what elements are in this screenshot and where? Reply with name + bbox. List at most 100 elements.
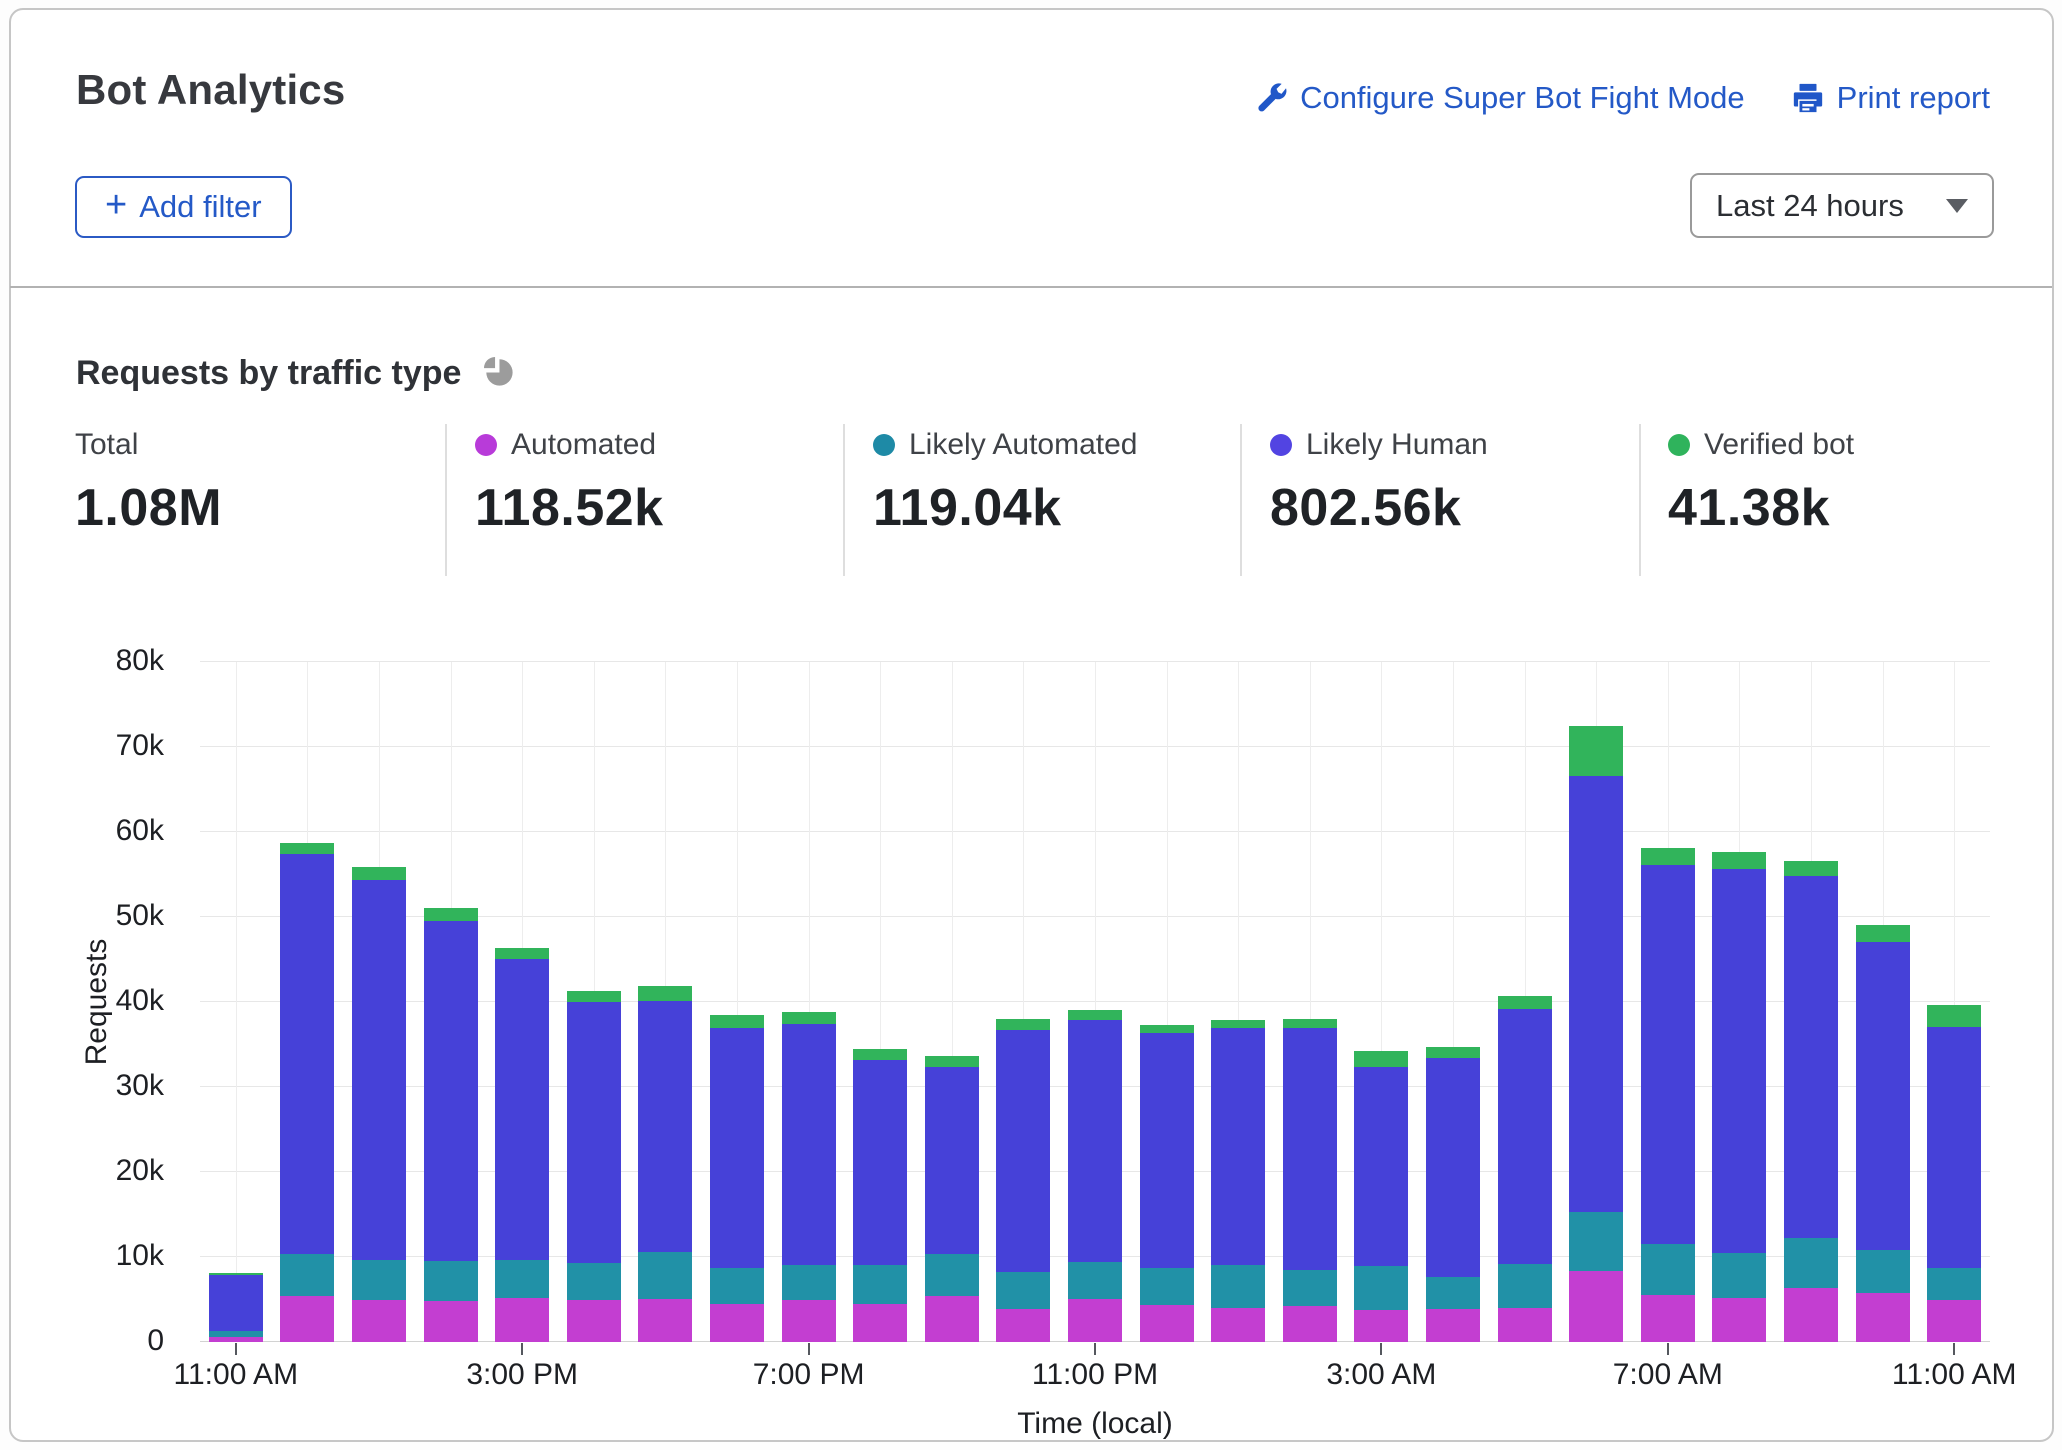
bar-segment-automated[interactable] [1354, 1310, 1408, 1342]
bar-segment-verified-bot[interactable] [1498, 996, 1552, 1009]
bar-segment-likely-automated[interactable] [495, 1260, 549, 1298]
bar-6-00-pm-7[interactable] [710, 1015, 764, 1342]
bar-segment-automated[interactable] [782, 1300, 836, 1342]
bar-segment-verified-bot[interactable] [925, 1056, 979, 1066]
bar-segment-automated[interactable] [1784, 1288, 1838, 1342]
bar-segment-likely-automated[interactable] [925, 1254, 979, 1296]
bar-segment-verified-bot[interactable] [1426, 1047, 1480, 1058]
stat-automated[interactable]: Automated118.52k [475, 428, 664, 538]
bar-segment-verified-bot[interactable] [710, 1015, 764, 1028]
bar-segment-likely-automated[interactable] [638, 1252, 692, 1299]
bar-segment-verified-bot[interactable] [1569, 726, 1623, 776]
bar-segment-likely-human[interactable] [996, 1030, 1050, 1272]
bar-segment-verified-bot[interactable] [280, 843, 334, 854]
bar-segment-automated[interactable] [1641, 1295, 1695, 1342]
bar-segment-automated[interactable] [280, 1296, 334, 1342]
bar-6-00-am-19[interactable] [1569, 726, 1623, 1342]
bar-segment-likely-automated[interactable] [710, 1268, 764, 1304]
bar-11-00-pm-12[interactable] [1068, 1010, 1122, 1342]
bar-segment-likely-human[interactable] [209, 1275, 263, 1331]
bar-1-00-am-14[interactable] [1211, 1020, 1265, 1342]
bar-segment-likely-automated[interactable] [1927, 1268, 1981, 1300]
bar-segment-likely-human[interactable] [1641, 865, 1695, 1244]
bar-4-00-am-17[interactable] [1426, 1047, 1480, 1342]
bar-segment-likely-automated[interactable] [1712, 1253, 1766, 1298]
bar-segment-likely-human[interactable] [638, 1001, 692, 1252]
bar-segment-likely-automated[interactable] [853, 1265, 907, 1303]
bar-7-00-pm-8[interactable] [782, 1012, 836, 1342]
bar-1-00-pm-2[interactable] [352, 867, 406, 1342]
bar-12-00-pm-1[interactable] [280, 843, 334, 1342]
bar-10-00-am-23[interactable] [1856, 925, 1910, 1342]
time-range-select[interactable]: Last 24 hours [1690, 173, 1994, 238]
bar-2-00-am-15[interactable] [1283, 1019, 1337, 1342]
bar-segment-verified-bot[interactable] [996, 1019, 1050, 1030]
bar-segment-likely-human[interactable] [925, 1067, 979, 1255]
bar-segment-automated[interactable] [567, 1300, 621, 1342]
bar-segment-verified-bot[interactable] [1712, 852, 1766, 869]
bar-segment-verified-bot[interactable] [782, 1012, 836, 1024]
bar-segment-automated[interactable] [352, 1300, 406, 1342]
bar-10-00-pm-11[interactable] [996, 1019, 1050, 1342]
bar-segment-likely-human[interactable] [1068, 1020, 1122, 1262]
bar-segment-likely-human[interactable] [1140, 1033, 1194, 1268]
bar-segment-automated[interactable] [1140, 1305, 1194, 1342]
bar-segment-likely-human[interactable] [1283, 1028, 1337, 1269]
bar-segment-automated[interactable] [209, 1337, 263, 1342]
bar-segment-automated[interactable] [495, 1298, 549, 1342]
bar-7-00-am-20[interactable] [1641, 848, 1695, 1342]
bar-segment-likely-automated[interactable] [1856, 1250, 1910, 1293]
bar-8-00-am-21[interactable] [1712, 852, 1766, 1342]
bar-segment-likely-human[interactable] [567, 1002, 621, 1263]
bar-11-00-am-24[interactable] [1927, 1005, 1981, 1342]
bar-segment-likely-human[interactable] [1784, 876, 1838, 1238]
bar-segment-likely-automated[interactable] [1068, 1262, 1122, 1299]
bar-segment-likely-automated[interactable] [1426, 1277, 1480, 1309]
bar-segment-likely-human[interactable] [495, 959, 549, 1260]
bar-5-00-pm-6[interactable] [638, 986, 692, 1342]
bar-5-00-am-18[interactable] [1498, 996, 1552, 1342]
bar-segment-verified-bot[interactable] [1068, 1010, 1122, 1020]
bar-segment-verified-bot[interactable] [1641, 848, 1695, 865]
bar-segment-likely-automated[interactable] [1498, 1264, 1552, 1308]
bar-segment-automated[interactable] [1927, 1300, 1981, 1342]
bar-segment-verified-bot[interactable] [1354, 1051, 1408, 1067]
print-report-link[interactable]: Print report [1791, 80, 1990, 116]
bar-segment-likely-automated[interactable] [280, 1254, 334, 1297]
bar-segment-likely-human[interactable] [280, 854, 334, 1254]
bar-segment-automated[interactable] [996, 1309, 1050, 1342]
bar-segment-likely-automated[interactable] [996, 1272, 1050, 1309]
bar-segment-automated[interactable] [853, 1304, 907, 1342]
bar-segment-verified-bot[interactable] [424, 908, 478, 922]
bar-segment-automated[interactable] [1068, 1299, 1122, 1342]
bar-segment-automated[interactable] [1712, 1298, 1766, 1342]
bar-segment-automated[interactable] [424, 1301, 478, 1342]
bar-segment-likely-human[interactable] [352, 880, 406, 1259]
bar-segment-likely-human[interactable] [424, 921, 478, 1261]
bar-9-00-am-22[interactable] [1784, 861, 1838, 1342]
bar-segment-verified-bot[interactable] [495, 948, 549, 959]
bar-segment-likely-human[interactable] [1354, 1067, 1408, 1266]
bar-segment-automated[interactable] [1569, 1271, 1623, 1342]
bar-4-00-pm-5[interactable] [567, 991, 621, 1342]
bar-segment-verified-bot[interactable] [638, 986, 692, 1001]
bar-segment-automated[interactable] [638, 1299, 692, 1342]
stat-likely-automated[interactable]: Likely Automated119.04k [873, 428, 1137, 538]
bar-segment-verified-bot[interactable] [567, 991, 621, 1002]
bar-segment-likely-automated[interactable] [567, 1263, 621, 1300]
stat-verified-bot[interactable]: Verified bot41.38k [1668, 428, 1854, 538]
bar-9-00-pm-10[interactable] [925, 1056, 979, 1342]
bar-segment-automated[interactable] [1426, 1309, 1480, 1342]
bar-segment-likely-automated[interactable] [1641, 1244, 1695, 1295]
bar-2-00-pm-3[interactable] [424, 908, 478, 1342]
bar-segment-likely-automated[interactable] [1211, 1265, 1265, 1308]
bar-segment-verified-bot[interactable] [1784, 861, 1838, 876]
bar-11-00-am-0[interactable] [209, 1273, 263, 1342]
bar-segment-likely-human[interactable] [1927, 1027, 1981, 1268]
bar-segment-verified-bot[interactable] [1283, 1019, 1337, 1028]
bar-segment-likely-automated[interactable] [1784, 1238, 1838, 1288]
bar-segment-verified-bot[interactable] [853, 1049, 907, 1060]
bar-8-00-pm-9[interactable] [853, 1049, 907, 1342]
bar-segment-likely-human[interactable] [782, 1024, 836, 1265]
bar-12-00-am-13[interactable] [1140, 1025, 1194, 1342]
